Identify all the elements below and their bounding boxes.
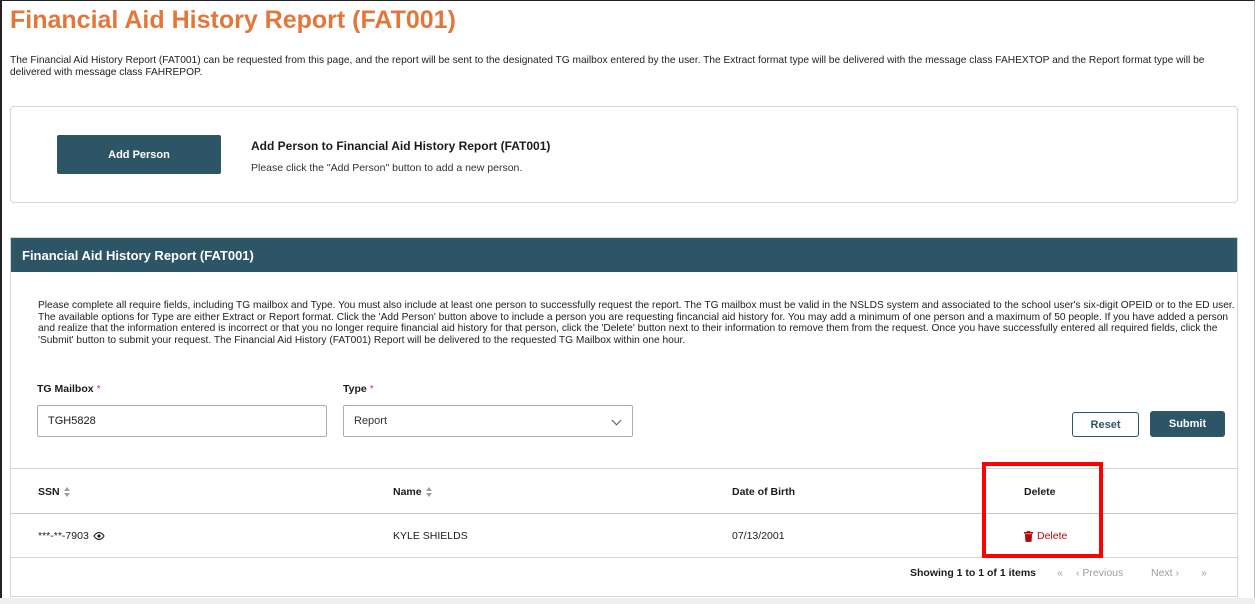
pagination-summary: Showing 1 to 1 of 1 items xyxy=(910,567,1037,579)
column-header-name[interactable]: Name xyxy=(393,486,433,498)
column-header-ssn[interactable]: SSN xyxy=(38,486,71,498)
page-title: Financial Aid History Report (FAT001) xyxy=(10,6,456,34)
column-header-label: Date of Birth xyxy=(732,486,795,498)
required-mark: * xyxy=(369,383,374,395)
pagination: Showing 1 to 1 of 1 items « ‹ Previous N… xyxy=(11,566,1237,586)
tg-mailbox-label: TG Mailbox * xyxy=(37,383,101,395)
type-label-text: Type xyxy=(343,383,367,395)
add-person-button[interactable]: Add Person xyxy=(57,135,221,174)
tg-mailbox-label-text: TG Mailbox xyxy=(37,383,94,395)
ssn-value: ***-**-7903 xyxy=(38,530,89,542)
add-person-heading: Add Person to Financial Aid History Repo… xyxy=(251,139,551,153)
column-header-label: SSN xyxy=(38,486,60,498)
previous-page-button[interactable]: ‹ Previous xyxy=(1076,567,1123,579)
dob-cell: 07/13/2001 xyxy=(732,530,785,542)
first-page-button[interactable]: « xyxy=(1057,567,1063,579)
report-card-header: Financial Aid History Report (FAT001) xyxy=(11,238,1237,272)
name-cell: KYLE SHIELDS xyxy=(393,530,468,542)
last-page-button[interactable]: » xyxy=(1201,567,1207,579)
ssn-cell: ***-**-7903 xyxy=(38,530,105,542)
delete-column-highlight-box xyxy=(982,462,1103,558)
required-mark: * xyxy=(96,383,101,395)
type-select[interactable]: Report xyxy=(343,405,633,437)
sort-icon xyxy=(425,487,433,497)
type-label: Type * xyxy=(343,383,374,395)
reset-button[interactable]: Reset xyxy=(1072,412,1139,437)
type-select-value: Report xyxy=(354,415,388,427)
next-page-button[interactable]: Next › xyxy=(1151,567,1179,579)
page-footer-strip xyxy=(0,598,1255,604)
column-header-label: Name xyxy=(393,486,422,498)
chevron-down-icon xyxy=(611,415,622,426)
eye-icon[interactable] xyxy=(93,532,105,540)
report-instructions: Please complete all require fields, incl… xyxy=(38,300,1235,346)
page-intro: The Financial Aid History Report (FAT001… xyxy=(10,55,1205,78)
column-header-dob: Date of Birth xyxy=(732,486,795,498)
submit-button[interactable]: Submit xyxy=(1150,411,1225,437)
report-card-title: Financial Aid History Report (FAT001) xyxy=(22,248,254,263)
sort-icon xyxy=(63,487,71,497)
add-person-card: Add Person Add Person to Financial Aid H… xyxy=(10,106,1238,203)
add-person-subtext: Please click the "Add Person" button to … xyxy=(251,162,523,174)
tg-mailbox-input[interactable] xyxy=(37,405,327,437)
